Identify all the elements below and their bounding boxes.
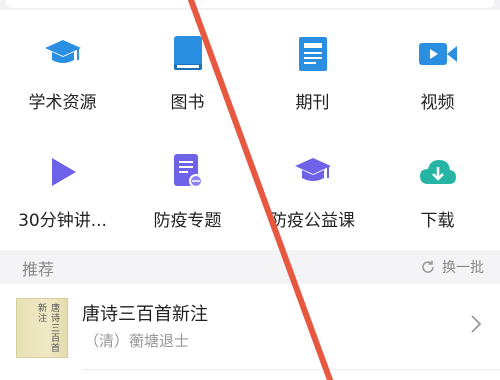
book-icon: [166, 32, 210, 76]
play-icon: [41, 150, 85, 194]
grid-item-epidemic-topic[interactable]: 防疫专题: [125, 136, 250, 246]
book-author: （清）蘅塘退士: [84, 332, 190, 350]
section-title: 推荐: [22, 260, 55, 279]
grid-item-downloads[interactable]: 下载: [375, 136, 500, 246]
feature-grid: 学术资源 图书 期刊 视频 30分钟讲... 防疫专题 防疫公益课 下载: [0, 18, 500, 248]
grid-item-label: 视频: [420, 93, 455, 113]
book-cover: 唐诗三百首新注: [16, 298, 68, 358]
chevron-right-icon: [470, 314, 482, 338]
grid-item-label: 防疫专题: [153, 211, 222, 231]
grid-item-epidemic-course[interactable]: 防疫公益课: [250, 136, 375, 246]
graduation-cap-icon: [291, 150, 335, 194]
grid-item-30min-talk[interactable]: 30分钟讲...: [0, 136, 125, 246]
refresh-label: 换一批: [442, 260, 484, 276]
grid-item-label: 防疫公益课: [270, 211, 355, 231]
list-divider: [82, 369, 500, 370]
grid-item-videos[interactable]: 视频: [375, 18, 500, 128]
top-card-edge: [0, 0, 500, 10]
refresh-batch-button[interactable]: 换一批: [420, 257, 484, 277]
grid-item-academic-resources[interactable]: 学术资源: [0, 18, 125, 128]
book-title: 唐诗三百首新注: [82, 304, 208, 325]
document-badge-icon: [166, 150, 210, 194]
video-camera-icon: [416, 32, 460, 76]
book-list-item[interactable]: 唐诗三百首新注 唐诗三百首新注 （清）蘅塘退士: [0, 284, 500, 370]
recommend-section-header: 推荐 换一批: [0, 250, 500, 284]
cloud-download-icon: [416, 150, 460, 194]
grid-item-label: 图书: [170, 93, 205, 113]
book-cover-text: 唐诗三百首新注: [36, 303, 59, 353]
graduation-cap-icon: [41, 32, 85, 76]
refresh-icon: [422, 260, 434, 273]
grid-item-journals[interactable]: 期刊: [250, 18, 375, 128]
grid-item-label: 期刊: [295, 93, 330, 113]
grid-item-label: 30分钟讲...: [18, 211, 107, 231]
journal-icon: [291, 32, 335, 76]
grid-item-label: 下载: [420, 211, 455, 231]
grid-item-label: 学术资源: [28, 93, 97, 113]
grid-item-books[interactable]: 图书: [125, 18, 250, 128]
